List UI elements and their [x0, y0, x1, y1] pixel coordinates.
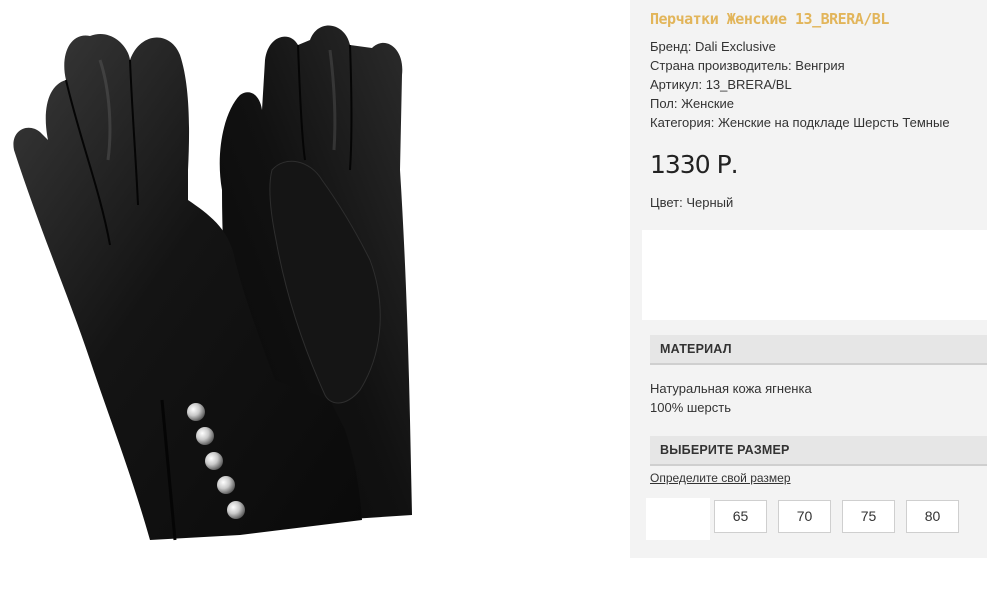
- product-title: Перчатки Женские 13_BRERA/BL: [650, 10, 889, 28]
- size-header: ВЫБЕРИТЕ РАЗМЕР: [650, 436, 987, 466]
- color-swatch-area: [642, 230, 987, 320]
- material-line-2: 100% шерсть: [650, 400, 731, 415]
- brand-line: Бренд: Dali Exclusive: [650, 39, 776, 54]
- product-info-panel: Перчатки Женские 13_BRERA/BL Бренд: Dali…: [630, 0, 987, 558]
- category-line: Категория: Женские на подкладе Шерсть Те…: [650, 115, 950, 130]
- size-option-75[interactable]: 75: [842, 500, 895, 533]
- product-price: 1330 Р.: [650, 150, 739, 179]
- material-line-1: Натуральная кожа ягненка: [650, 381, 812, 396]
- material-header: МАТЕРИАЛ: [650, 335, 987, 365]
- product-image: [0, 0, 420, 560]
- size-guide-link[interactable]: Определите свой размер: [650, 471, 791, 485]
- product-color: Цвет: Черный: [650, 195, 734, 210]
- size-option-70[interactable]: 70: [778, 500, 831, 533]
- gender-line: Пол: Женские: [650, 96, 735, 111]
- size-option-blank: [646, 498, 710, 540]
- material-description: Натуральная кожа ягненка 100% шерсть: [650, 379, 812, 417]
- country-line: Страна производитель: Венгрия: [650, 58, 845, 73]
- size-option-80[interactable]: 80: [906, 500, 959, 533]
- product-attributes: Бренд: Dali Exclusive Страна производите…: [650, 37, 950, 132]
- article-line: Артикул: 13_BRERA/BL: [650, 77, 792, 92]
- size-option-65[interactable]: 65: [714, 500, 767, 533]
